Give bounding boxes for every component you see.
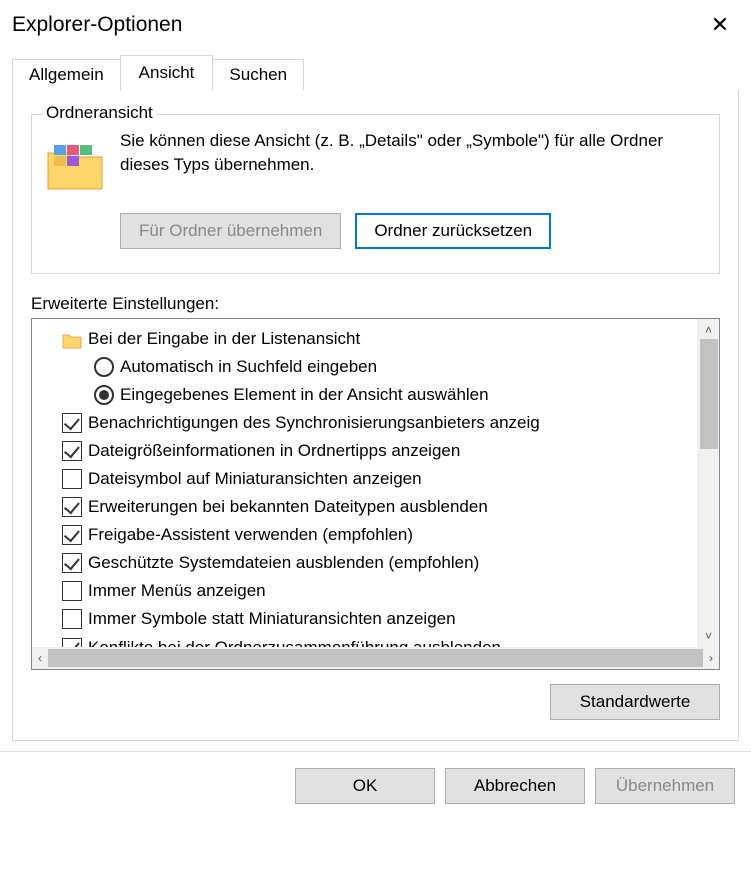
checkbox-icon[interactable] — [62, 638, 82, 647]
checkbox-icon[interactable] — [62, 581, 82, 601]
tree-item[interactable]: Konflikte bei der Ordnerzusammenführung … — [36, 634, 693, 647]
tree-item-label: Benachrichtigungen des Synchronisierungs… — [88, 409, 540, 437]
tree-item-label: Konflikte bei der Ordnerzusammenführung … — [88, 634, 501, 647]
dialog-buttons: OK Abbrechen Übernehmen — [0, 751, 751, 804]
checkbox-icon[interactable] — [62, 413, 82, 433]
scroll-up-icon[interactable]: ˄ — [705, 323, 712, 337]
apply-button: Übernehmen — [595, 768, 735, 804]
tree-item-label: Freigabe-Assistent verwenden (empfohlen) — [88, 521, 413, 549]
folder-icon — [62, 330, 82, 348]
folder-views-legend: Ordneransicht — [42, 103, 157, 123]
tree-item[interactable]: Dateisymbol auf Miniaturansichten anzeig… — [36, 465, 693, 493]
checkbox-icon[interactable] — [62, 469, 82, 489]
tree-item-label: Immer Symbole statt Miniaturansichten an… — [88, 605, 456, 633]
folder-views-description: Sie können diese Ansicht (z. B. „Details… — [120, 129, 705, 177]
scroll-left-icon[interactable]: ‹ — [38, 651, 42, 665]
scroll-down-icon[interactable]: ˅ — [705, 629, 712, 643]
tree-item-label: Erweiterungen bei bekannten Dateitypen a… — [88, 493, 488, 521]
titlebar: Explorer-Optionen ✕ — [0, 0, 751, 50]
tab-search[interactable]: Suchen — [212, 59, 304, 90]
checkbox-icon[interactable] — [62, 441, 82, 461]
close-icon[interactable]: ✕ — [705, 14, 735, 36]
advanced-settings-label: Erweiterte Einstellungen: — [31, 294, 720, 314]
tree-item-label: Dateigrößeinformationen in Ordnertipps a… — [88, 437, 460, 465]
vertical-scrollbar[interactable]: ˄ ˅ — [697, 319, 719, 647]
checkbox-icon[interactable] — [62, 497, 82, 517]
scroll-right-icon[interactable]: › — [709, 651, 713, 665]
apply-to-folders-button: Für Ordner übernehmen — [120, 213, 341, 249]
restore-defaults-button[interactable]: Standardwerte — [550, 684, 720, 720]
window-title: Explorer-Optionen — [12, 13, 182, 37]
tab-view[interactable]: Ansicht — [120, 55, 214, 91]
checkbox-icon[interactable] — [62, 609, 82, 629]
tree-item[interactable]: Eingegebenes Element in der Ansicht ausw… — [36, 381, 693, 409]
horizontal-scrollbar[interactable]: ‹ › — [32, 647, 719, 669]
tree-item-label: Immer Menüs anzeigen — [88, 577, 266, 605]
advanced-settings-tree: Bei der Eingabe in der ListenansichtAuto… — [31, 318, 720, 670]
tree-item[interactable]: Immer Symbole statt Miniaturansichten an… — [36, 605, 693, 633]
tree-item[interactable]: Benachrichtigungen des Synchronisierungs… — [36, 409, 693, 437]
ok-button[interactable]: OK — [295, 768, 435, 804]
tree-item[interactable]: Geschützte Systemdateien ausblenden (emp… — [36, 549, 693, 577]
reset-folders-button[interactable]: Ordner zurücksetzen — [355, 213, 551, 249]
tabs: Allgemein Ansicht Suchen — [0, 50, 751, 90]
hscroll-track[interactable] — [48, 649, 703, 667]
folder-views-fieldset: Ordneransicht Sie können diese Ansicht (… — [31, 114, 720, 274]
tree-item-label: Automatisch in Suchfeld eingeben — [120, 353, 377, 381]
radio-icon[interactable] — [94, 385, 114, 405]
scroll-thumb[interactable] — [700, 339, 718, 449]
tree-item[interactable]: Erweiterungen bei bekannten Dateitypen a… — [36, 493, 693, 521]
checkbox-icon[interactable] — [62, 553, 82, 573]
checkbox-icon[interactable] — [62, 525, 82, 545]
cancel-button[interactable]: Abbrechen — [445, 768, 585, 804]
tree-item[interactable]: Dateigrößeinformationen in Ordnertipps a… — [36, 437, 693, 465]
tree-item-label: Bei der Eingabe in der Listenansicht — [88, 325, 360, 353]
tab-general[interactable]: Allgemein — [12, 59, 121, 90]
tree-item[interactable]: Automatisch in Suchfeld eingeben — [36, 353, 693, 381]
tab-panel-view: Ordneransicht Sie können diese Ansicht (… — [12, 90, 739, 741]
tree-item[interactable]: Bei der Eingabe in der Listenansicht — [36, 325, 693, 353]
tree-item-label: Geschützte Systemdateien ausblenden (emp… — [88, 549, 479, 577]
folder-icon — [46, 139, 104, 191]
radio-icon[interactable] — [94, 357, 114, 377]
tree-item[interactable]: Immer Menüs anzeigen — [36, 577, 693, 605]
tree-item-label: Dateisymbol auf Miniaturansichten anzeig… — [88, 465, 422, 493]
tree-item[interactable]: Freigabe-Assistent verwenden (empfohlen) — [36, 521, 693, 549]
tree-item-label: Eingegebenes Element in der Ansicht ausw… — [120, 381, 489, 409]
